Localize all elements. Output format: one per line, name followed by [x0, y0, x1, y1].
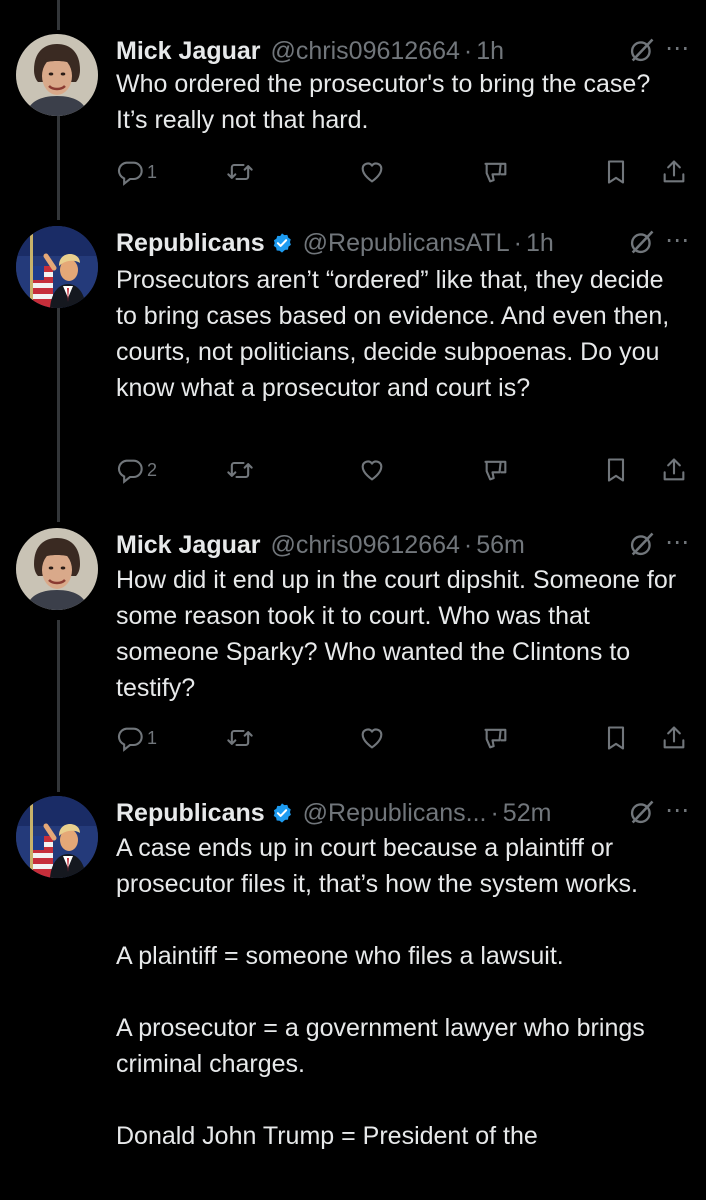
retweet-button[interactable] — [226, 454, 254, 486]
tweet[interactable]: Mick Jaguar @chris09612664 · 1h ⋯ Who or… — [0, 34, 706, 194]
reply-button[interactable]: 1 — [116, 722, 157, 754]
dislike-button[interactable] — [482, 454, 510, 486]
like-button[interactable] — [358, 454, 386, 486]
reply-count: 2 — [147, 459, 158, 480]
bookmark-button[interactable] — [602, 454, 630, 486]
separator: · — [463, 530, 473, 559]
action-bar: 1 — [116, 722, 690, 754]
share-icon — [660, 456, 688, 484]
tweet-header: Mick Jaguar @chris09612664 · 56m — [116, 528, 690, 562]
avatar[interactable] — [16, 528, 98, 610]
trump-avatar-image — [16, 226, 98, 308]
bookmark-button[interactable] — [602, 156, 630, 188]
tweet-header: Mick Jaguar @chris09612664 · 1h — [116, 34, 690, 68]
mick-avatar-image — [16, 528, 98, 610]
avatar[interactable] — [16, 34, 98, 116]
grok-icon[interactable] — [628, 228, 656, 256]
separator: · — [513, 228, 522, 257]
share-button[interactable] — [660, 454, 688, 486]
like-icon — [358, 158, 386, 186]
avatar[interactable] — [16, 796, 98, 878]
grok-icon[interactable] — [628, 36, 656, 64]
tweet[interactable]: Republicans @RepublicansATL · 1h ⋯ Prose… — [0, 226, 706, 496]
reply-icon — [116, 158, 144, 186]
separator: · — [463, 36, 473, 65]
dislike-icon — [482, 724, 510, 752]
retweet-button[interactable] — [226, 722, 254, 754]
bookmark-button[interactable] — [602, 722, 630, 754]
more-options-icon[interactable]: ⋯ — [665, 528, 690, 557]
dislike-icon — [482, 158, 510, 186]
like-icon — [358, 724, 386, 752]
reply-button[interactable]: 1 — [116, 156, 157, 188]
timestamp[interactable]: 56m — [476, 531, 525, 560]
more-options-icon[interactable]: ⋯ — [665, 34, 690, 63]
reply-button[interactable]: 2 — [116, 454, 157, 486]
thread-line — [57, 0, 60, 30]
like-button[interactable] — [358, 722, 386, 754]
avatar[interactable] — [16, 226, 98, 308]
grok-icon[interactable] — [628, 530, 656, 558]
retweet-icon — [226, 456, 254, 484]
dislike-icon — [482, 456, 510, 484]
action-bar: 1 — [116, 156, 690, 188]
reply-icon — [116, 456, 144, 484]
tweet-text: A case ends up in court because a plaint… — [116, 834, 645, 1150]
tweet-header: Republicans @RepublicansATL · 1h — [116, 226, 690, 260]
tweet-header: Republicans @Republicans... · 52m — [116, 796, 690, 830]
grok-icon[interactable] — [628, 798, 656, 826]
separator: · — [490, 798, 499, 827]
author-handle[interactable]: @chris09612664 — [271, 37, 460, 66]
author-name[interactable]: Mick Jaguar — [116, 37, 261, 66]
bookmark-icon — [602, 724, 630, 752]
tweet[interactable]: Republicans @Republicans... · 52m ⋯ A ca… — [0, 796, 706, 1200]
reply-count: 1 — [147, 161, 158, 182]
bookmark-icon — [602, 158, 630, 186]
dislike-button[interactable] — [482, 156, 510, 188]
timestamp[interactable]: 52m — [503, 799, 552, 828]
author-name[interactable]: Mick Jaguar — [116, 531, 261, 560]
share-button[interactable] — [660, 722, 688, 754]
dislike-button[interactable] — [482, 722, 510, 754]
tweet-text: Prosecutors aren’t “ordered” like that, … — [116, 266, 677, 402]
more-options-icon[interactable]: ⋯ — [665, 796, 690, 825]
tweet-text: How did it end up in the court dipshit. … — [116, 566, 683, 702]
like-button[interactable] — [358, 156, 386, 188]
retweet-button[interactable] — [226, 156, 254, 188]
mick-avatar-image — [16, 34, 98, 116]
bookmark-icon — [602, 456, 630, 484]
tweet[interactable]: Mick Jaguar @chris09612664 · 56m ⋯ How d… — [0, 528, 706, 768]
trump-avatar-image — [16, 796, 98, 878]
share-button[interactable] — [660, 156, 688, 188]
share-icon — [660, 724, 688, 752]
author-name[interactable]: Republicans — [116, 799, 265, 828]
share-icon — [660, 158, 688, 186]
tweet-text: Who ordered the prosecutor's to bring th… — [116, 70, 658, 134]
timestamp[interactable]: 1h — [476, 37, 504, 66]
verified-badge-icon — [271, 802, 293, 824]
retweet-icon — [226, 158, 254, 186]
reply-icon — [116, 724, 144, 752]
author-name[interactable]: Republicans — [116, 229, 265, 258]
author-handle[interactable]: @Republicans... — [303, 799, 487, 828]
retweet-icon — [226, 724, 254, 752]
like-icon — [358, 456, 386, 484]
action-bar: 2 — [116, 454, 690, 486]
more-options-icon[interactable]: ⋯ — [665, 226, 690, 255]
author-handle[interactable]: @chris09612664 — [271, 531, 460, 560]
author-handle[interactable]: @RepublicansATL — [303, 229, 510, 258]
reply-count: 1 — [147, 727, 158, 748]
verified-badge-icon — [271, 232, 293, 254]
timestamp[interactable]: 1h — [526, 229, 554, 258]
